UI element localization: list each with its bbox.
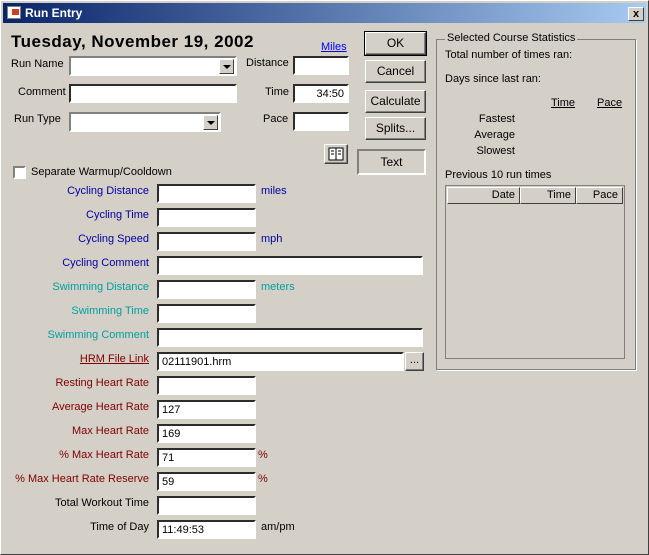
pct-max-hr-unit: % xyxy=(258,449,268,461)
separate-warmup-label: Separate Warmup/Cooldown xyxy=(31,166,172,178)
hrm-file-link[interactable]: HRM File Link xyxy=(80,353,149,365)
cycling-distance-unit: miles xyxy=(261,185,287,197)
run-name-label: Run Name xyxy=(11,58,64,70)
max-hr-label: Max Heart Rate xyxy=(71,425,149,437)
course-stats-title: Selected Course Statistics xyxy=(445,32,578,44)
ok-button[interactable]: OK xyxy=(364,31,427,56)
date-heading: Tuesday, November 19, 2002 xyxy=(11,32,254,51)
close-button[interactable]: x xyxy=(628,7,644,21)
swimming-comment-input[interactable] xyxy=(157,328,423,347)
browse-button[interactable]: ... xyxy=(405,352,424,371)
previous-runs-label: Previous 10 run times xyxy=(445,169,552,181)
pct-max-hr-reserve-label: % Max Heart Rate Reserve xyxy=(15,473,149,485)
swimming-time-label: Swimming Time xyxy=(71,305,149,317)
cancel-button[interactable]: Cancel xyxy=(365,60,426,83)
resting-hr-input[interactable] xyxy=(157,376,256,395)
fastest-label: Fastest xyxy=(478,113,515,125)
window-title: Run Entry xyxy=(25,6,83,20)
cycling-comment-label: Cycling Comment xyxy=(62,257,149,269)
cycling-speed-input[interactable] xyxy=(157,232,256,251)
calculate-button[interactable]: Calculate xyxy=(365,90,426,113)
run-type-label: Run Type xyxy=(14,113,61,125)
cycling-time-label: Cycling Time xyxy=(86,209,149,221)
notebook-icon xyxy=(328,147,344,161)
list-header-pace[interactable]: Pace xyxy=(576,187,623,204)
time-input[interactable]: 34:50 xyxy=(293,84,349,103)
swimming-distance-unit: meters xyxy=(261,281,295,293)
total-workout-time-label: Total Workout Time xyxy=(55,497,149,509)
distance-label: Distance xyxy=(246,57,289,69)
pace-label: Pace xyxy=(263,113,289,125)
list-header-date[interactable]: Date xyxy=(447,187,520,204)
average-hr-input[interactable]: 127 xyxy=(157,400,256,419)
slowest-label: Slowest xyxy=(476,145,515,157)
comment-label: Comment xyxy=(18,86,66,98)
run-entry-window: Run Entry x Tuesday, November 19, 2002 M… xyxy=(0,0,649,555)
notebook-button[interactable] xyxy=(324,144,348,164)
pct-max-hr-input[interactable]: 71 xyxy=(157,448,256,467)
text-button[interactable]: Text xyxy=(357,149,426,175)
comment-input[interactable] xyxy=(69,84,237,103)
time-label: Time xyxy=(265,86,290,98)
times-ran-label: Total number of times ran: xyxy=(445,49,573,61)
swimming-time-input[interactable] xyxy=(157,304,256,323)
run-name-combo[interactable] xyxy=(69,56,237,76)
average-label: Average xyxy=(474,129,515,141)
splits-button[interactable]: Splits... xyxy=(365,117,426,140)
pct-max-hr-label: % Max Heart Rate xyxy=(59,449,149,461)
total-workout-time-input[interactable] xyxy=(157,496,256,515)
swimming-distance-label: Swimming Distance xyxy=(52,281,149,293)
cycling-comment-input[interactable] xyxy=(157,256,423,275)
separate-warmup-checkbox[interactable] xyxy=(13,166,26,179)
time-of-day-label: Time of Day xyxy=(90,521,149,533)
time-of-day-input[interactable]: 11:49:53 xyxy=(157,520,256,539)
title-bar[interactable]: Run Entry x xyxy=(3,3,646,23)
previous-runs-list[interactable]: Date Time Pace xyxy=(445,185,625,359)
cycling-speed-label: Cycling Speed xyxy=(78,233,149,245)
cycling-distance-label: Cycling Distance xyxy=(67,185,149,197)
cycling-distance-input[interactable] xyxy=(157,184,256,203)
cycling-speed-unit: mph xyxy=(261,233,283,245)
run-type-combo[interactable] xyxy=(69,112,221,132)
resting-hr-label: Resting Heart Rate xyxy=(55,377,149,389)
previous-runs-body[interactable] xyxy=(447,205,623,357)
pct-max-hr-reserve-unit: % xyxy=(258,473,268,485)
hrm-file-input[interactable]: 02111901.hrm xyxy=(157,352,404,371)
pct-max-hr-reserve-input[interactable]: 59 xyxy=(157,472,256,491)
swimming-distance-input[interactable] xyxy=(157,280,256,299)
chevron-down-icon[interactable] xyxy=(203,115,218,130)
max-hr-input[interactable]: 169 xyxy=(157,424,256,443)
swimming-comment-label: Swimming Comment xyxy=(47,329,149,341)
average-hr-label: Average Heart Rate xyxy=(51,401,149,413)
stats-time-header: Time xyxy=(551,97,576,109)
list-header-time[interactable]: Time xyxy=(520,187,576,204)
pace-input[interactable] xyxy=(293,112,349,131)
cycling-time-input[interactable] xyxy=(157,208,256,227)
app-icon xyxy=(7,6,21,19)
distance-input[interactable] xyxy=(293,56,349,75)
time-of-day-unit: am/pm xyxy=(261,521,295,533)
units-link[interactable]: Miles xyxy=(321,41,347,53)
days-since-label: Days since last ran: xyxy=(445,73,541,85)
stats-pace-header: Pace xyxy=(597,97,623,109)
chevron-down-icon[interactable] xyxy=(219,59,234,74)
